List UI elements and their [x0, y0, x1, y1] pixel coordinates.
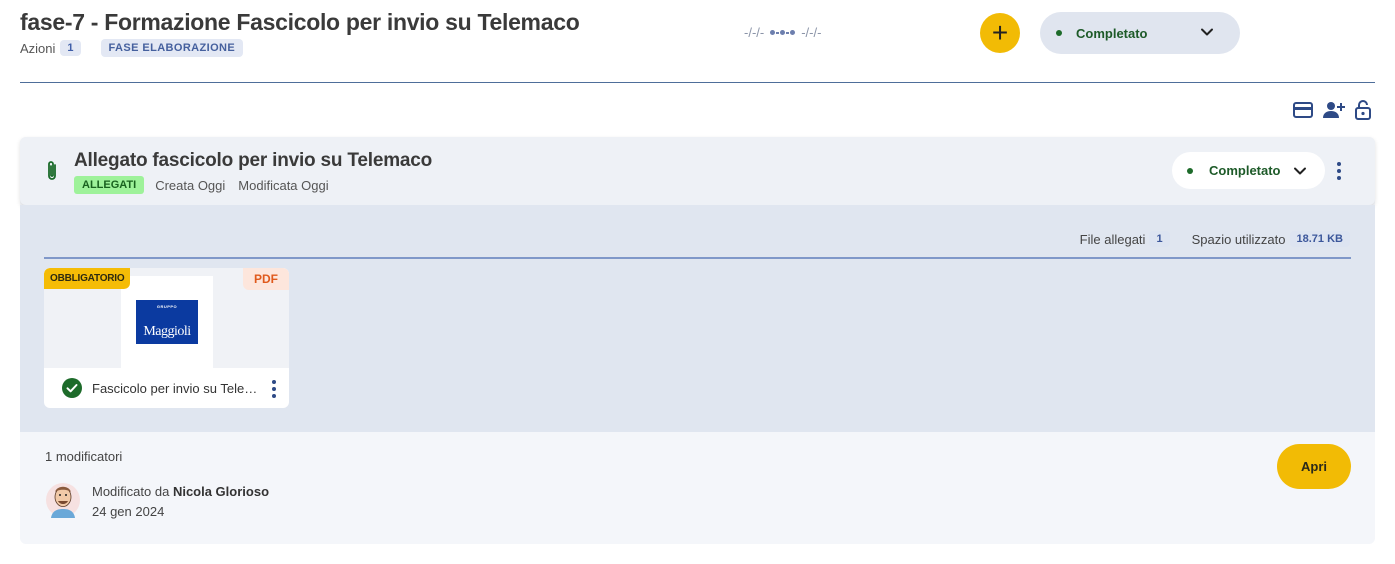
chevron-down-icon [1294, 167, 1306, 175]
space-value-badge: 18.71 KB [1289, 231, 1350, 247]
files-divider [44, 257, 1351, 259]
azioni-label: Azioni [20, 40, 56, 56]
files-area: File allegati 1 Spazio utilizzato 18.71 … [20, 205, 1375, 432]
modified-by-name: Nicola Glorioso [172, 484, 270, 499]
modified-by-prefix: Modificato da [92, 484, 173, 499]
files-count-badge: 1 [1149, 231, 1170, 247]
modified-date: 24 gen 2024 [92, 504, 165, 519]
unlock-icon[interactable] [1354, 99, 1372, 121]
file-footer: Fascicolo per invio su Telemaco [44, 368, 289, 408]
add-button[interactable]: + [980, 13, 1020, 53]
files-label: File allegati [1079, 231, 1146, 247]
maggioli-logo: GRUPPO Maggioli [136, 300, 198, 344]
phase-status-dropdown[interactable]: Completato [1040, 12, 1240, 54]
space-label: Spazio utilizzato [1191, 231, 1286, 247]
card-header: Allegato fascicolo per invio su Telemaco… [20, 137, 1375, 205]
avatar [46, 483, 80, 518]
modified-by: Modificato da Nicola Glorioso [92, 484, 269, 499]
add-user-icon[interactable] [1322, 100, 1346, 120]
file-name[interactable]: Fascicolo per invio su Telemaco [92, 381, 260, 396]
attachment-card: Allegato fascicolo per invio su Telemaco… [20, 137, 1375, 544]
header-subline: Azioni 1 FASE ELABORAZIONE [20, 39, 244, 57]
card-more-menu-icon[interactable] [1337, 162, 1341, 180]
phase-status-label: Completato [1076, 25, 1148, 41]
date-end: -/-/- [801, 25, 822, 40]
status-dot-icon [1187, 167, 1193, 174]
card-meta: ALLEGATI Creata Oggi Modificata Oggi [74, 176, 329, 194]
logo-top-text: GRUPPO [156, 304, 178, 309]
modified-label: Modificata Oggi [238, 177, 329, 193]
created-label: Creata Oggi [155, 177, 226, 193]
timeline-dots-icon [770, 30, 796, 35]
card-status-dropdown[interactable]: Completato [1172, 152, 1325, 189]
toolbar [1292, 99, 1372, 121]
check-circle-icon [62, 378, 82, 398]
modifiers-count: 1 modificatori [45, 449, 123, 464]
card-icon[interactable] [1292, 100, 1314, 120]
header-divider [20, 82, 1375, 83]
page-title: fase-7 - Formazione Fascicolo per invio … [20, 9, 580, 35]
file-more-menu-icon[interactable] [272, 380, 276, 398]
file-thumbnail[interactable]: GRUPPO Maggioli OBBLIGATORIO PDF [44, 268, 289, 368]
category-tag: ALLEGATI [74, 176, 145, 194]
card-title: Allegato fascicolo per invio su Telemaco [74, 150, 433, 171]
fase-tag: FASE ELABORAZIONE [100, 39, 244, 57]
open-button[interactable]: Apri [1277, 444, 1351, 489]
paperclip-icon [48, 161, 56, 180]
date-start: -/-/- [744, 25, 765, 40]
date-range: -/-/- -/-/- [744, 25, 821, 40]
azioni-count-badge: 1 [60, 40, 81, 56]
logo-main-text: Maggioli [143, 324, 191, 339]
required-tag: OBBLIGATORIO [44, 268, 131, 289]
thumbnail-preview: GRUPPO Maggioli [121, 276, 213, 368]
card-status-label: Completato [1209, 163, 1281, 178]
file-card[interactable]: GRUPPO Maggioli OBBLIGATORIO PDF Fascico… [44, 268, 289, 408]
status-dot-icon [1056, 30, 1062, 36]
files-info: File allegati 1 Spazio utilizzato 18.71 … [1080, 231, 1350, 247]
chevron-down-icon [1201, 28, 1213, 36]
file-type-tag: PDF [243, 268, 289, 290]
